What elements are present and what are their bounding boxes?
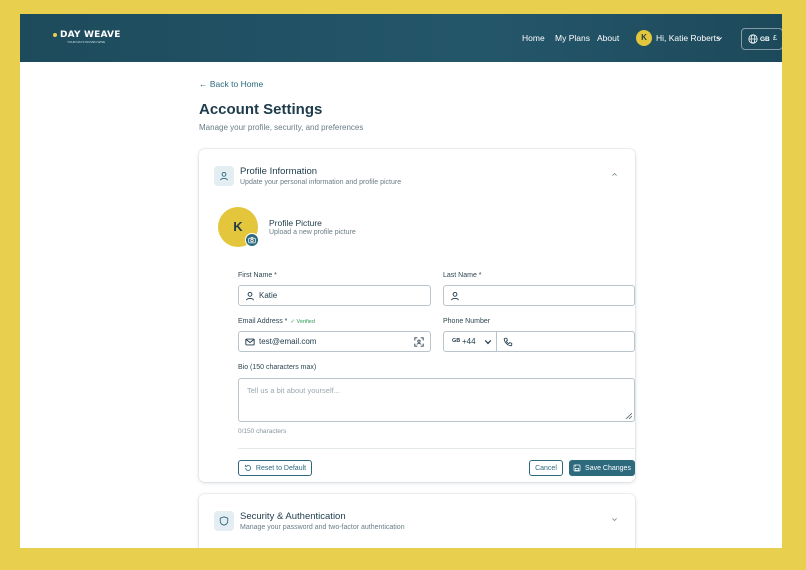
security-section-title[interactable]: Security & Authentication [240, 511, 346, 522]
phone-label: Phone Number [443, 318, 491, 325]
shield-icon [219, 516, 229, 526]
country-code-select[interactable]: GB +44 [444, 332, 497, 351]
language-currency-button[interactable]: GB £ [741, 28, 782, 50]
language-code: GB [760, 36, 770, 43]
mail-icon [245, 338, 255, 346]
chevron-down-icon [484, 339, 492, 345]
page-subtitle: Manage your profile, security, and prefe… [199, 123, 364, 132]
bio-placeholder: Tell us a bit about yourself... [247, 386, 340, 395]
user-icon [246, 291, 254, 301]
currency-symbol: £ [773, 35, 777, 42]
country-flag: GB [452, 338, 461, 344]
profile-information-card: Profile Information Update your personal… [199, 149, 635, 482]
last-name-field[interactable] [443, 285, 635, 306]
profile-section-title[interactable]: Profile Information [240, 166, 317, 177]
divider [238, 448, 635, 449]
page-title: Account Settings [199, 101, 323, 118]
verified-badge: ✓ Verified [290, 319, 315, 325]
chevron-up-icon[interactable] [611, 171, 618, 178]
profile-section-icon [214, 166, 234, 186]
nav-about-link[interactable]: About [597, 33, 619, 43]
bio-textarea[interactable]: Tell us a bit about yourself... [238, 378, 635, 422]
bio-char-count: 0/150 characters [238, 428, 287, 435]
reset-button-label: Reset to Default [255, 464, 307, 472]
reset-icon [244, 464, 251, 471]
reset-to-default-button[interactable]: Reset to Default [238, 460, 312, 476]
last-name-label: Last Name * [443, 272, 482, 279]
first-name-label: First Name * [238, 272, 277, 279]
upload-photo-button[interactable] [245, 233, 259, 247]
email-label: Email Address * ✓ Verified [238, 318, 315, 325]
profile-picture-subtitle: Upload a new profile picture [269, 229, 356, 236]
navbar: DAY WEAVE YOUR DAYS WOVEN WISE Home My P… [20, 14, 782, 62]
user-icon [451, 291, 459, 301]
nav-my-plans-link[interactable]: My Plans [555, 33, 590, 43]
phone-icon [503, 337, 513, 347]
nav-home-link[interactable]: Home [522, 33, 545, 43]
save-button-label: Save Changes [585, 464, 631, 472]
save-changes-button[interactable]: Save Changes [569, 460, 635, 476]
logo-tagline: YOUR DAYS WOVEN WISE [67, 40, 106, 44]
scan-icon[interactable] [414, 337, 424, 347]
save-icon [573, 464, 581, 472]
user-avatar[interactable]: K [636, 30, 652, 46]
security-section-subtitle: Manage your password and two-factor auth… [240, 524, 405, 531]
email-label-text: Email Address * [238, 318, 288, 325]
bio-label: Bio (150 characters max) [238, 364, 317, 371]
profile-section-subtitle: Update your personal information and pro… [240, 179, 402, 186]
chevron-down-icon[interactable] [716, 35, 723, 42]
phone-field: GB +44 [443, 331, 635, 352]
chevron-down-icon[interactable] [611, 516, 618, 523]
country-code-value: +44 [462, 337, 476, 346]
first-name-field[interactable]: Katie [238, 285, 431, 306]
cancel-button[interactable]: Cancel [529, 460, 563, 476]
globe-icon [748, 34, 758, 44]
camera-icon [248, 236, 256, 244]
app-window: DAY WEAVE YOUR DAYS WOVEN WISE Home My P… [20, 14, 782, 548]
logo-text: DAY WEAVE [60, 30, 121, 40]
logo-dot-icon [53, 33, 57, 37]
resize-grip-icon[interactable] [626, 413, 632, 419]
email-field[interactable]: test@email.com [238, 331, 431, 352]
user-menu-button[interactable]: Hi, Katie Roberts [656, 33, 720, 43]
first-name-value: Katie [259, 291, 278, 300]
back-to-home-link[interactable]: ← Back to Home [199, 79, 263, 89]
user-icon [220, 171, 228, 181]
security-section-icon [214, 511, 234, 531]
security-authentication-card[interactable]: Security & Authentication Manage your pa… [199, 494, 635, 548]
profile-picture-title: Profile Picture [269, 218, 322, 228]
email-value: test@email.com [259, 337, 317, 346]
